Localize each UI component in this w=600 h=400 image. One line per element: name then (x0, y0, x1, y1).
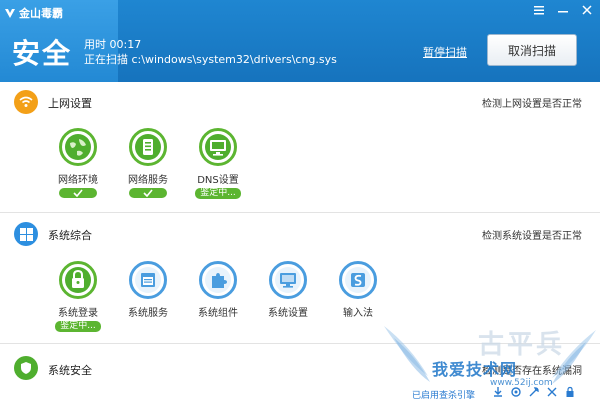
section-description: 检测系统设置是否正常 (482, 231, 582, 242)
item-label: DNS设置 (197, 175, 239, 186)
monitor-icon (199, 128, 237, 166)
close-icon[interactable] (580, 3, 594, 17)
section-title: 系统安全 (48, 364, 92, 377)
wifi-icon (14, 90, 38, 114)
close-icon[interactable] (546, 386, 558, 398)
scan-header: 金山毒霸 安全 用时 00:17 正在扫描 c:\windows\system3… (0, 0, 600, 82)
item-label: 系统登录 (58, 308, 98, 319)
download-icon[interactable] (492, 386, 504, 398)
windows-icon (14, 222, 38, 246)
item-label: 网络环境 (58, 175, 98, 186)
section-system-general: 系统综合 检测系统设置是否正常 系统登录 鉴定中... 系统服务 系统组件 系统… (0, 213, 600, 343)
time-label: 用时 (84, 38, 106, 51)
status-badge: 鉴定中... (55, 321, 101, 332)
elapsed-time: 用时 00:17 (84, 36, 141, 52)
window-icon (129, 261, 167, 299)
window-controls (532, 3, 594, 17)
input-method-icon (339, 261, 377, 299)
settings-icon[interactable] (510, 386, 522, 398)
section-title: 上网设置 (48, 97, 92, 110)
logo-text: 金山毒霸 (19, 7, 63, 20)
logo-icon (5, 9, 15, 18)
check-status-badge (59, 188, 97, 198)
item-system-components[interactable]: 系统组件 (188, 261, 248, 319)
item-label: 系统服务 (128, 308, 168, 319)
item-input-method[interactable]: 输入法 (328, 261, 388, 319)
item-label: 系统设置 (268, 308, 308, 319)
item-label: 输入法 (343, 308, 373, 319)
item-network-environment[interactable]: 网络环境 (48, 128, 108, 198)
lock-icon (59, 261, 97, 299)
scan-label: 正在扫描 (84, 53, 128, 66)
item-system-login[interactable]: 系统登录 鉴定中... (48, 261, 108, 332)
item-system-service[interactable]: 系统服务 (118, 261, 178, 319)
lock-icon[interactable] (564, 386, 576, 398)
minimize-icon[interactable] (556, 3, 570, 17)
item-label: 网络服务 (128, 175, 168, 186)
section-network-settings: 上网设置 检测上网设置是否正常 网络环境 网络服务 DNS设置 鉴定中... (0, 82, 600, 212)
server-icon (129, 128, 167, 166)
globe-icon (59, 128, 97, 166)
footer-toolbar (492, 386, 576, 398)
display-icon (269, 261, 307, 299)
item-system-settings[interactable]: 系统设置 (258, 261, 318, 319)
scan-progress: 正在扫描 c:\windows\system32\drivers\cng.sys (84, 51, 337, 67)
shield-icon (14, 356, 38, 380)
status-badge: 鉴定中... (195, 188, 241, 199)
check-status-badge (129, 188, 167, 198)
scan-status: 安全 (12, 37, 73, 70)
puzzle-icon (199, 261, 237, 299)
section-title: 系统综合 (48, 229, 92, 242)
cancel-scan-button[interactable]: 取消扫描 (487, 34, 577, 66)
scan-path: c:\windows\system32\drivers\cng.sys (131, 53, 337, 66)
menu-icon[interactable] (532, 3, 546, 17)
app-logo: 金山毒霸 (4, 5, 63, 21)
item-network-service[interactable]: 网络服务 (118, 128, 178, 198)
time-value: 00:17 (109, 38, 142, 51)
engine-status-link[interactable]: 已启用查杀引擎 (412, 388, 475, 400)
tool-icon[interactable] (528, 386, 540, 398)
section-description: 检测上网设置是否正常 (482, 99, 582, 110)
item-label: 系统组件 (198, 308, 238, 319)
section-description: 检测是否存在系统漏洞 (482, 366, 582, 377)
pause-scan-link[interactable]: 暂停扫描 (423, 44, 467, 60)
item-dns-settings[interactable]: DNS设置 鉴定中... (188, 128, 248, 199)
